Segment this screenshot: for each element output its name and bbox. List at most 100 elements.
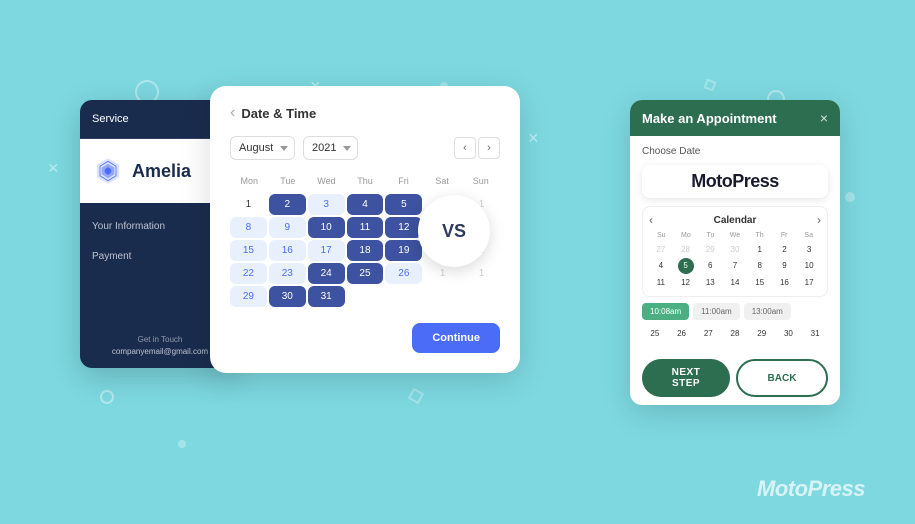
cal-cell[interactable]: 1 — [230, 194, 267, 215]
mp-actions: NEXT STEP BACK — [630, 351, 840, 405]
mp-day-su: Su — [649, 232, 674, 239]
mp-time-1100am[interactable]: 11:00am — [693, 303, 740, 320]
amelia-get-in-touch-label: Get in Touch — [92, 335, 228, 344]
mp-cell-selected[interactable]: 5 — [678, 258, 694, 274]
cal-cell[interactable]: 19 — [385, 240, 422, 261]
mp-cell[interactable]: 6 — [698, 258, 722, 274]
cal-continue-button[interactable]: Continue — [412, 323, 500, 353]
cal-cell[interactable]: 18 — [347, 240, 384, 261]
deco-circle-3 — [100, 390, 114, 404]
cal-prev-btn[interactable]: ‹ — [454, 137, 476, 159]
cal-cell — [463, 286, 500, 307]
amelia-logo-icon — [92, 155, 124, 187]
cal-label-tue: Tue — [269, 174, 308, 188]
cal-header: ‹ Date & Time — [230, 104, 500, 122]
mp-cell[interactable]: 8 — [748, 258, 772, 274]
cal-cell[interactable]: 8 — [230, 217, 267, 238]
mp-cal-prev[interactable]: ‹ — [649, 213, 653, 227]
deco-square-2 — [704, 79, 717, 92]
mp-cell[interactable]: 26 — [669, 326, 695, 341]
motopress-panel: Make an Appointment × Choose Date MotoPr… — [630, 100, 840, 405]
mp-cal-grid: 27 28 29 30 1 2 3 4 5 6 7 8 9 10 11 12 1… — [649, 242, 821, 290]
mp-logo-container: MotoPress — [642, 165, 828, 198]
mp-cell[interactable]: 17 — [797, 275, 821, 290]
mp-cell[interactable]: 29 — [749, 326, 775, 341]
mp-next-step-button[interactable]: NEXT STEP — [642, 359, 730, 397]
cal-back-arrow[interactable]: ‹ — [230, 104, 235, 122]
mp-body: Choose Date MotoPress ‹ Calendar › Su Mo… — [630, 136, 840, 351]
mp-cal-next[interactable]: › — [817, 213, 821, 227]
mp-logo-text: MotoPress — [691, 171, 779, 191]
mp-cell[interactable]: 12 — [674, 275, 698, 290]
cal-label-sun: Sun — [461, 174, 500, 188]
mp-cell[interactable]: 31 — [802, 326, 828, 341]
mp-cell[interactable]: 15 — [748, 275, 772, 290]
cal-label-mon: Mon — [230, 174, 269, 188]
mp-cell[interactable]: 14 — [723, 275, 747, 290]
mp-cal-days-header: Su Mo Tu We Th Fr Sa — [649, 232, 821, 239]
cal-cell[interactable]: 24 — [308, 263, 345, 284]
amelia-email: companyemail@gmail.com — [92, 347, 228, 356]
amelia-your-info-label: Your Information — [92, 221, 165, 232]
mp-cell[interactable]: 1 — [748, 242, 772, 257]
mp-cell[interactable]: 11 — [649, 275, 673, 290]
mp-back-button[interactable]: BACK — [736, 359, 828, 397]
cal-cell: 1 — [463, 263, 500, 284]
mp-cell[interactable]: 4 — [649, 258, 673, 274]
cal-cell[interactable]: 30 — [269, 286, 306, 307]
amelia-payment-label: Payment — [92, 251, 131, 262]
mp-cal-header: ‹ Calendar › — [649, 213, 821, 227]
deco-x-1: × — [48, 158, 59, 179]
mp-header: Make an Appointment × — [630, 100, 840, 136]
mp-close-button[interactable]: × — [820, 110, 828, 126]
cal-cell[interactable]: 5 — [385, 194, 422, 215]
deco-dot-3 — [845, 192, 855, 202]
cal-cell[interactable]: 3 — [308, 194, 345, 215]
cal-label-thu: Thu — [346, 174, 385, 188]
mp-cell[interactable]: 2 — [773, 242, 797, 257]
cal-cell[interactable]: 22 — [230, 263, 267, 284]
cal-cell[interactable]: 16 — [269, 240, 306, 261]
mp-cell[interactable]: 13 — [698, 275, 722, 290]
amelia-service-label: Service — [92, 113, 129, 125]
cal-label-sat: Sat — [423, 174, 462, 188]
mp-cell[interactable]: 30 — [776, 326, 802, 341]
mp-time-1008am[interactable]: 10:08am — [642, 303, 689, 320]
cal-cell[interactable]: 15 — [230, 240, 267, 261]
cal-cell[interactable]: 9 — [269, 217, 306, 238]
mp-cell[interactable]: 10 — [797, 258, 821, 274]
cal-cell — [385, 286, 422, 307]
cal-cell[interactable]: 25 — [347, 263, 384, 284]
cal-label-fri: Fri — [384, 174, 423, 188]
mp-cell[interactable]: 25 — [642, 326, 668, 341]
cal-cell[interactable]: 4 — [347, 194, 384, 215]
cal-cell[interactable]: 10 — [308, 217, 345, 238]
cal-cell[interactable]: 29 — [230, 286, 267, 307]
cal-nav: ‹ › — [454, 137, 500, 159]
cal-cell[interactable]: 11 — [347, 217, 384, 238]
mp-day-fr: Fr — [772, 232, 797, 239]
cal-label-wed: Wed — [307, 174, 346, 188]
mp-cell[interactable]: 3 — [797, 242, 821, 257]
cal-cell[interactable]: 2 — [269, 194, 306, 215]
mp-title: Make an Appointment — [642, 111, 777, 126]
mp-day-mo: Mo — [674, 232, 699, 239]
cal-cell[interactable]: 23 — [269, 263, 306, 284]
mp-cell[interactable]: 16 — [773, 275, 797, 290]
mp-time-1300am[interactable]: 13:00am — [744, 303, 791, 320]
cal-cell[interactable]: 17 — [308, 240, 345, 261]
mp-cell[interactable]: 7 — [723, 258, 747, 274]
cal-cell — [347, 286, 384, 307]
cal-cell[interactable]: 26 — [385, 263, 422, 284]
mp-cell[interactable]: 9 — [773, 258, 797, 274]
cal-next-btn[interactable]: › — [478, 137, 500, 159]
cal-year-select[interactable]: 2021 — [303, 136, 358, 160]
mp-cell[interactable]: 28 — [722, 326, 748, 341]
mp-cell[interactable]: 27 — [695, 326, 721, 341]
cal-cell[interactable]: 12 — [385, 217, 422, 238]
mp-choose-date-label: Choose Date — [642, 146, 828, 157]
cal-month-select[interactable]: August — [230, 136, 295, 160]
mp-cell: 29 — [698, 242, 722, 257]
cal-title: Date & Time — [241, 106, 316, 121]
cal-cell[interactable]: 31 — [308, 286, 345, 307]
